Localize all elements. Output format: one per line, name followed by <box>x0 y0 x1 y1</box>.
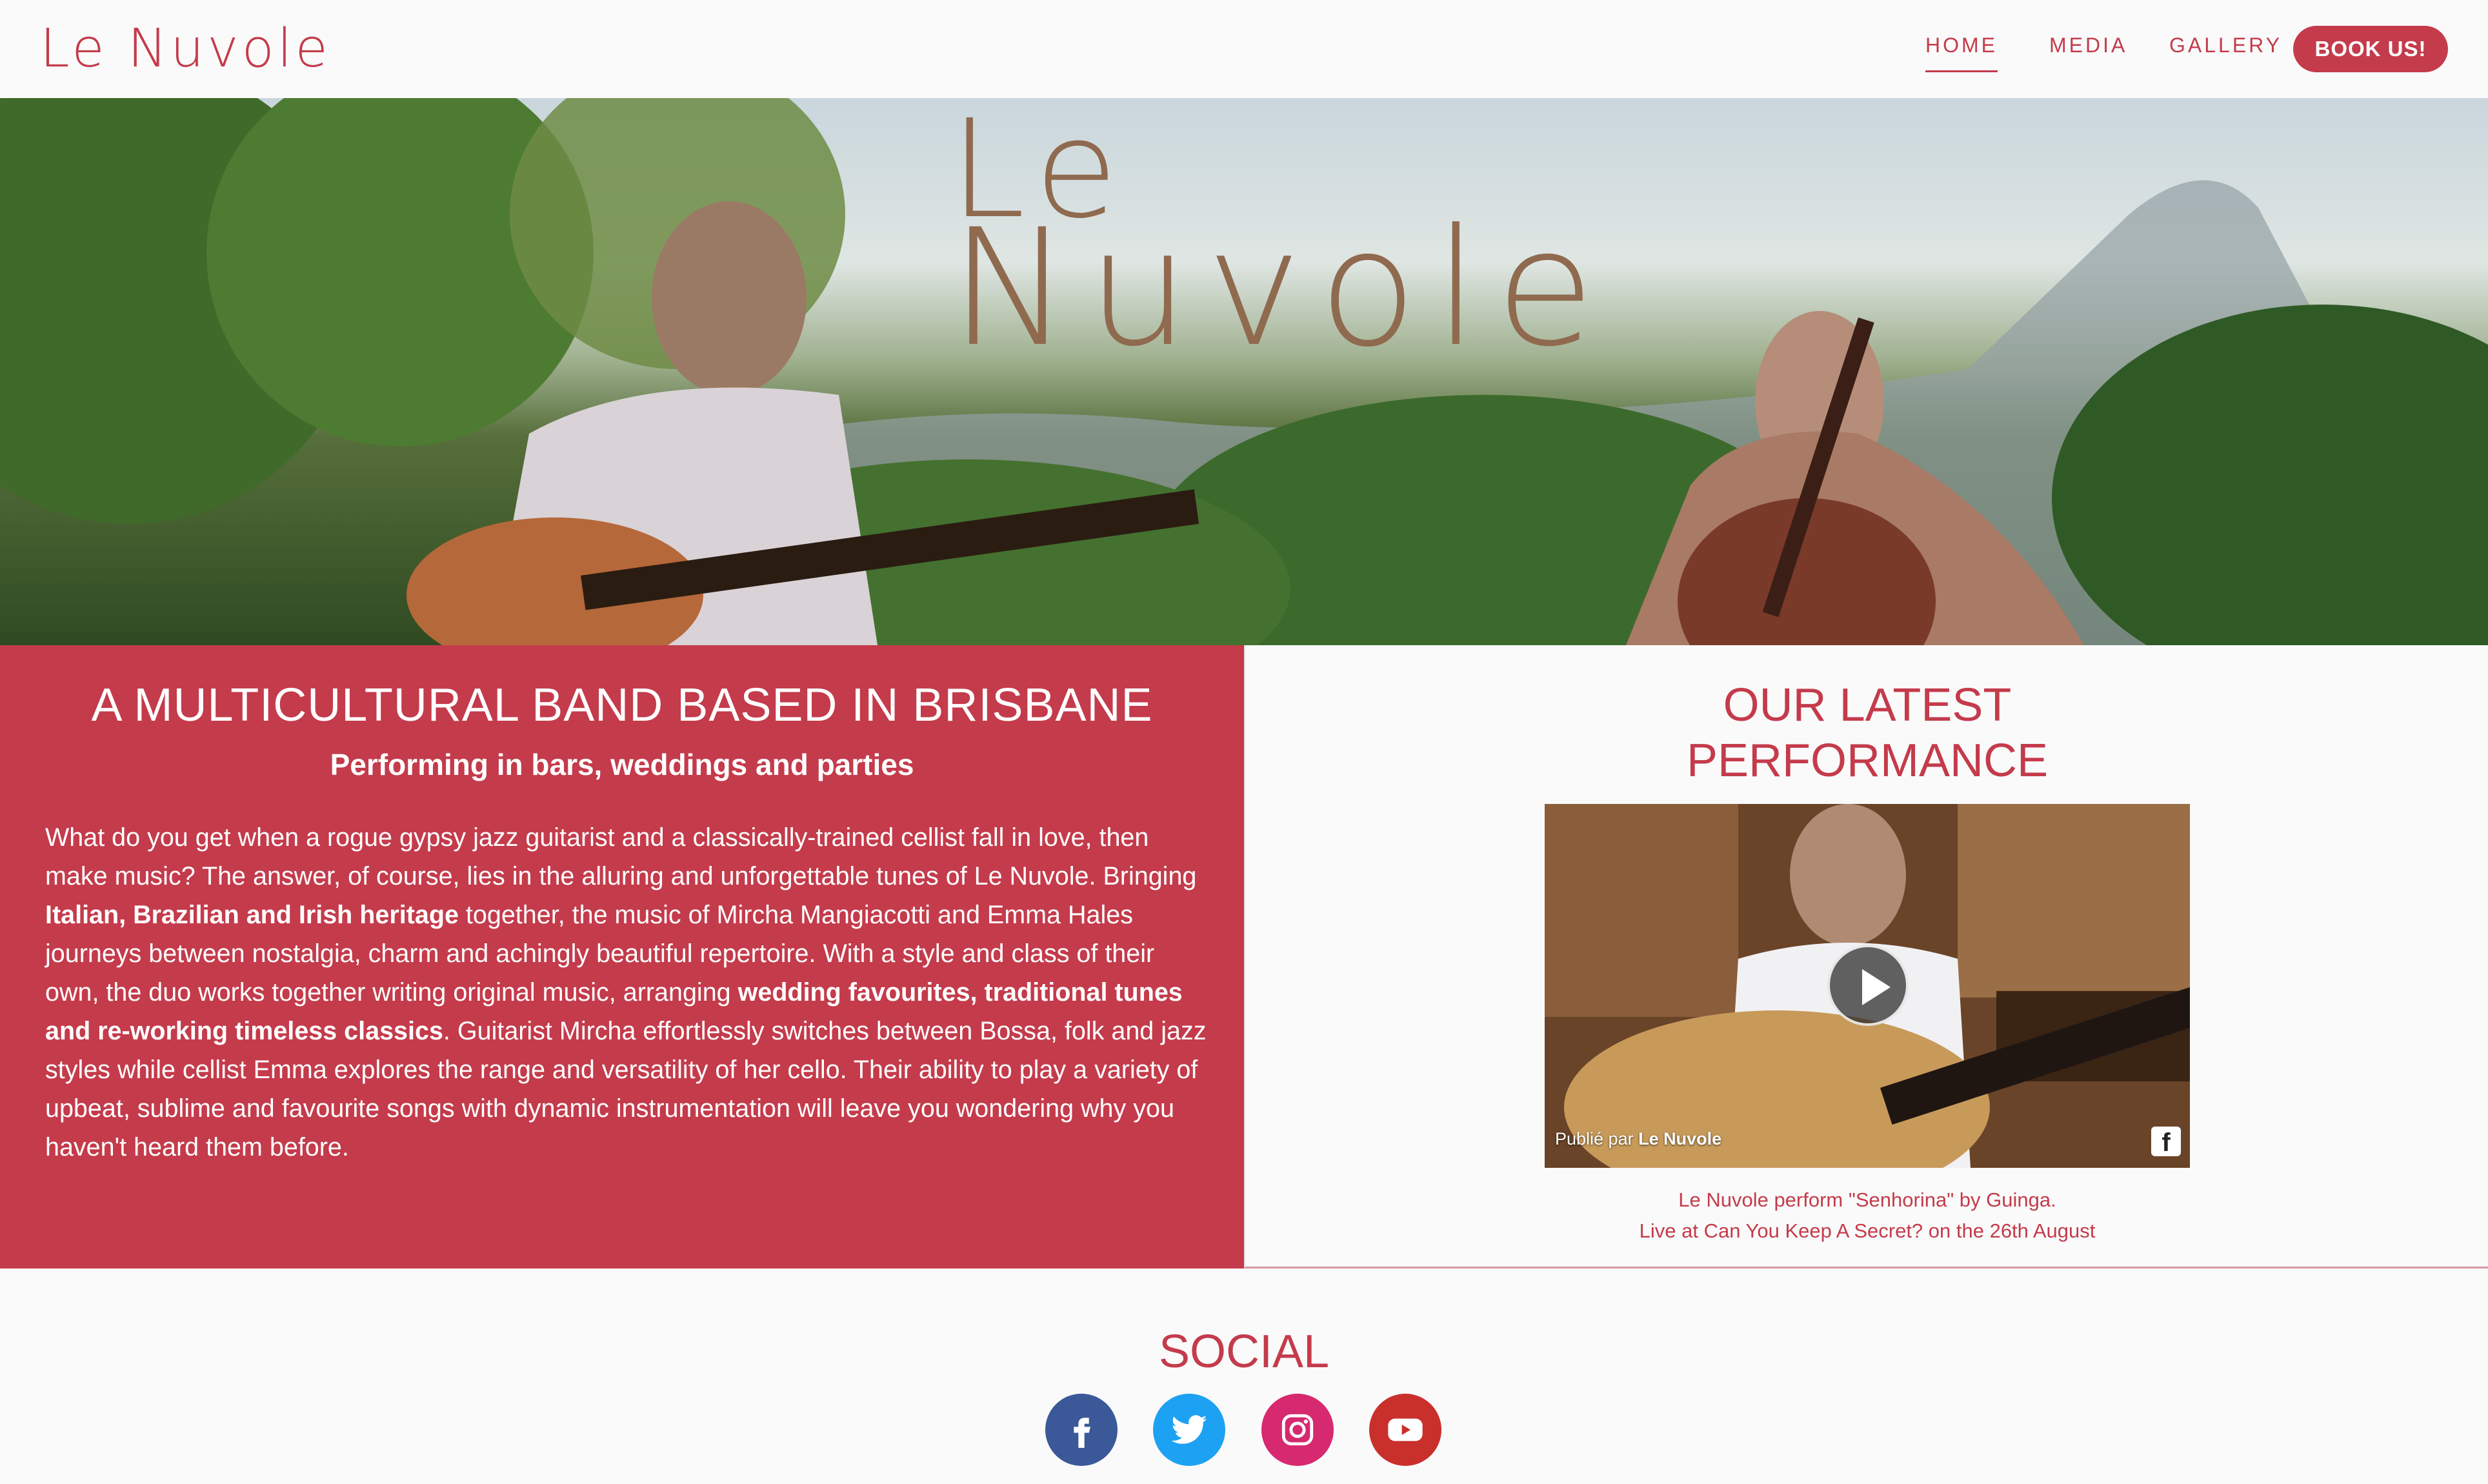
site-logo[interactable]: Le Nuvole <box>40 18 331 79</box>
video-credit-name[interactable]: Le Nuvole <box>1638 1129 1721 1148</box>
nav-media-link[interactable]: MEDIA <box>2049 34 2127 57</box>
performance-title: OUR LATEST PERFORMANCE <box>1245 677 2488 788</box>
instagram-glyph <box>1281 1414 1314 1446</box>
video-facebook-icon[interactable]: f <box>2151 1127 2181 1157</box>
top-navbar: Le Nuvole HOME MEDIA GALLERY BOOK US! <box>0 0 2488 98</box>
video-credit-prefix: Publié par <box>1555 1129 1639 1148</box>
nav-gallery-link[interactable]: GALLERY <box>2169 34 2282 57</box>
performance-title-line2: PERFORMANCE <box>1686 735 2049 787</box>
performance-video-player[interactable]: Publié par Le Nuvole f <box>1545 804 2190 1168</box>
instagram-icon[interactable] <box>1261 1394 1334 1466</box>
latest-performance-section: OUR LATEST PERFORMANCE Publié par Le Nuv… <box>1244 645 2488 1268</box>
twitter-glyph <box>1171 1415 1207 1444</box>
performance-caption-line1: Le Nuvole perform "Senhorina" by Guinga. <box>1678 1188 2056 1211</box>
performance-title-line1: OUR LATEST <box>1723 679 2012 731</box>
performance-caption-line2: Live at Can You Keep A Secret? on the 26… <box>1639 1219 2096 1242</box>
hero-logo-text-nuvole: Nuvole <box>950 194 1612 382</box>
video-play-button[interactable] <box>1827 945 1909 1026</box>
about-subtitle: Performing in bars, weddings and parties <box>330 748 914 781</box>
social-section: SOCIAL <box>0 1268 2488 1484</box>
about-body-text: What do you get when a rogue gypsy jazz … <box>45 818 1207 1167</box>
twitter-icon[interactable] <box>1153 1394 1225 1466</box>
about-body-part: What do you get when a rogue gypsy jazz … <box>45 823 1197 890</box>
youtube-glyph <box>1388 1418 1423 1441</box>
video-credit: Publié par Le Nuvole <box>1555 1129 1721 1149</box>
social-title: SOCIAL <box>1158 1326 1330 1378</box>
nav-home-link[interactable]: HOME <box>1925 34 1998 72</box>
performance-caption: Le Nuvole perform "Senhorina" by Guinga.… <box>1245 1185 2488 1247</box>
book-us-button[interactable]: BOOK US! <box>2293 26 2448 72</box>
facebook-glyph <box>1074 1418 1090 1448</box>
about-body-bold-heritage: Italian, Brazilian and Irish heritage <box>45 901 459 929</box>
about-title: A MULTICULTURAL BAND BASED IN BRISBANE <box>91 679 1153 731</box>
facebook-icon[interactable] <box>1045 1394 1118 1466</box>
about-section: A MULTICULTURAL BAND BASED IN BRISBANE P… <box>0 645 1244 1268</box>
youtube-icon[interactable] <box>1369 1394 1441 1466</box>
hero-banner-image: Le Nuvole <box>0 98 2488 645</box>
